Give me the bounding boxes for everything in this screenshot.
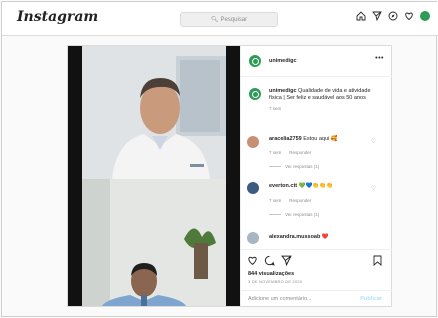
share-icon[interactable] bbox=[281, 255, 292, 266]
view-count: 844 visualizações bbox=[248, 271, 295, 277]
view-replies-link[interactable]: Ver respostas (1) bbox=[269, 164, 319, 169]
video-participant-top bbox=[82, 46, 226, 179]
video-player[interactable] bbox=[68, 46, 240, 306]
comment-age: 7 sem bbox=[269, 150, 282, 155]
author-avatar[interactable] bbox=[249, 55, 261, 67]
heart-icon[interactable] bbox=[404, 11, 414, 21]
comment-text: ❤️ bbox=[321, 234, 329, 240]
action-icons bbox=[247, 255, 292, 266]
video-participant-bottom bbox=[82, 179, 226, 306]
reply-link[interactable]: Responder bbox=[289, 198, 311, 203]
comment-item: everton.ctt 💚💙👏👏👏 bbox=[269, 183, 379, 190]
view-replies-link[interactable]: Ver respostas (1) bbox=[269, 212, 319, 217]
comment-icon[interactable] bbox=[264, 255, 275, 266]
comment-like-icon[interactable]: ♡ bbox=[371, 138, 376, 145]
author-username[interactable]: unimedigc bbox=[269, 58, 297, 64]
comment-text: 💚💙👏👏👏 bbox=[298, 183, 333, 189]
top-navigation-bar: Instagram 🔍︎ Pesquisar bbox=[2, 2, 438, 36]
search-icon: 🔍︎ bbox=[210, 17, 219, 23]
direct-icon[interactable] bbox=[372, 11, 382, 21]
explore-icon[interactable] bbox=[388, 11, 398, 21]
participant-doctor-image bbox=[82, 46, 226, 179]
search-placeholder: Pesquisar bbox=[220, 16, 248, 23]
post-sidebar: unimedigc ••• unimedigc Qualidade de vid… bbox=[240, 46, 392, 306]
post-card: unimedigc ••• unimedigc Qualidade de vid… bbox=[67, 45, 392, 307]
instagram-logo[interactable]: Instagram bbox=[17, 9, 98, 25]
post-actions: 844 visualizações 3 DE NOVEMBRO DE 2020 … bbox=[241, 249, 392, 308]
comment-item: alexandra.mussoab ❤️ bbox=[269, 234, 379, 241]
comment-text: Estou aqui 🥰 bbox=[303, 136, 338, 142]
publish-button[interactable]: Publicar bbox=[360, 296, 382, 302]
like-icon[interactable] bbox=[247, 255, 258, 266]
add-comment-bar: Adicione um comentário... Publicar bbox=[241, 290, 392, 309]
comment-avatar[interactable] bbox=[247, 182, 259, 194]
view-replies-label: Ver respostas (1) bbox=[285, 164, 320, 169]
profile-avatar[interactable] bbox=[420, 11, 430, 21]
caption-avatar[interactable] bbox=[249, 88, 261, 100]
replies-divider bbox=[269, 166, 281, 167]
comment-meta: 7 sem Responder bbox=[269, 198, 311, 203]
comment-avatar[interactable] bbox=[247, 232, 259, 244]
reply-link[interactable]: Responder bbox=[289, 150, 311, 155]
add-comment-input[interactable]: Adicione um comentário... bbox=[248, 296, 312, 302]
comment-username[interactable]: aracelia2759 bbox=[269, 136, 302, 142]
replies-divider bbox=[269, 214, 281, 215]
browser-frame: Instagram 🔍︎ Pesquisar unimedigc ••• uni… bbox=[1, 1, 438, 317]
more-options-icon[interactable]: ••• bbox=[375, 55, 384, 62]
post-header: unimedigc ••• bbox=[241, 46, 392, 77]
comment-avatar[interactable] bbox=[247, 136, 259, 148]
nav-icons bbox=[356, 11, 430, 21]
comment-like-icon[interactable]: ♡ bbox=[371, 185, 376, 192]
comment-username[interactable]: everton.ctt bbox=[269, 183, 297, 189]
caption-age: 7 sem bbox=[269, 106, 282, 111]
caption-username[interactable]: unimedigc bbox=[269, 88, 297, 94]
bookmark-icon[interactable] bbox=[373, 255, 382, 266]
comment-meta: 7 sem Responder bbox=[269, 150, 311, 155]
view-replies-label: Ver respostas (1) bbox=[285, 212, 320, 217]
comment-age: 7 sem bbox=[269, 198, 282, 203]
post-caption: unimedigc Qualidade de vida e atividade … bbox=[269, 88, 379, 112]
comment-username[interactable]: alexandra.mussoab bbox=[269, 234, 320, 240]
participant-speaker-image bbox=[82, 179, 226, 306]
search-input[interactable]: 🔍︎ Pesquisar bbox=[180, 12, 278, 27]
comment-item: aracelia2759 Estou aqui 🥰 bbox=[269, 136, 379, 143]
home-icon[interactable] bbox=[356, 11, 366, 21]
post-date: 3 DE NOVEMBRO DE 2020 bbox=[248, 279, 303, 284]
